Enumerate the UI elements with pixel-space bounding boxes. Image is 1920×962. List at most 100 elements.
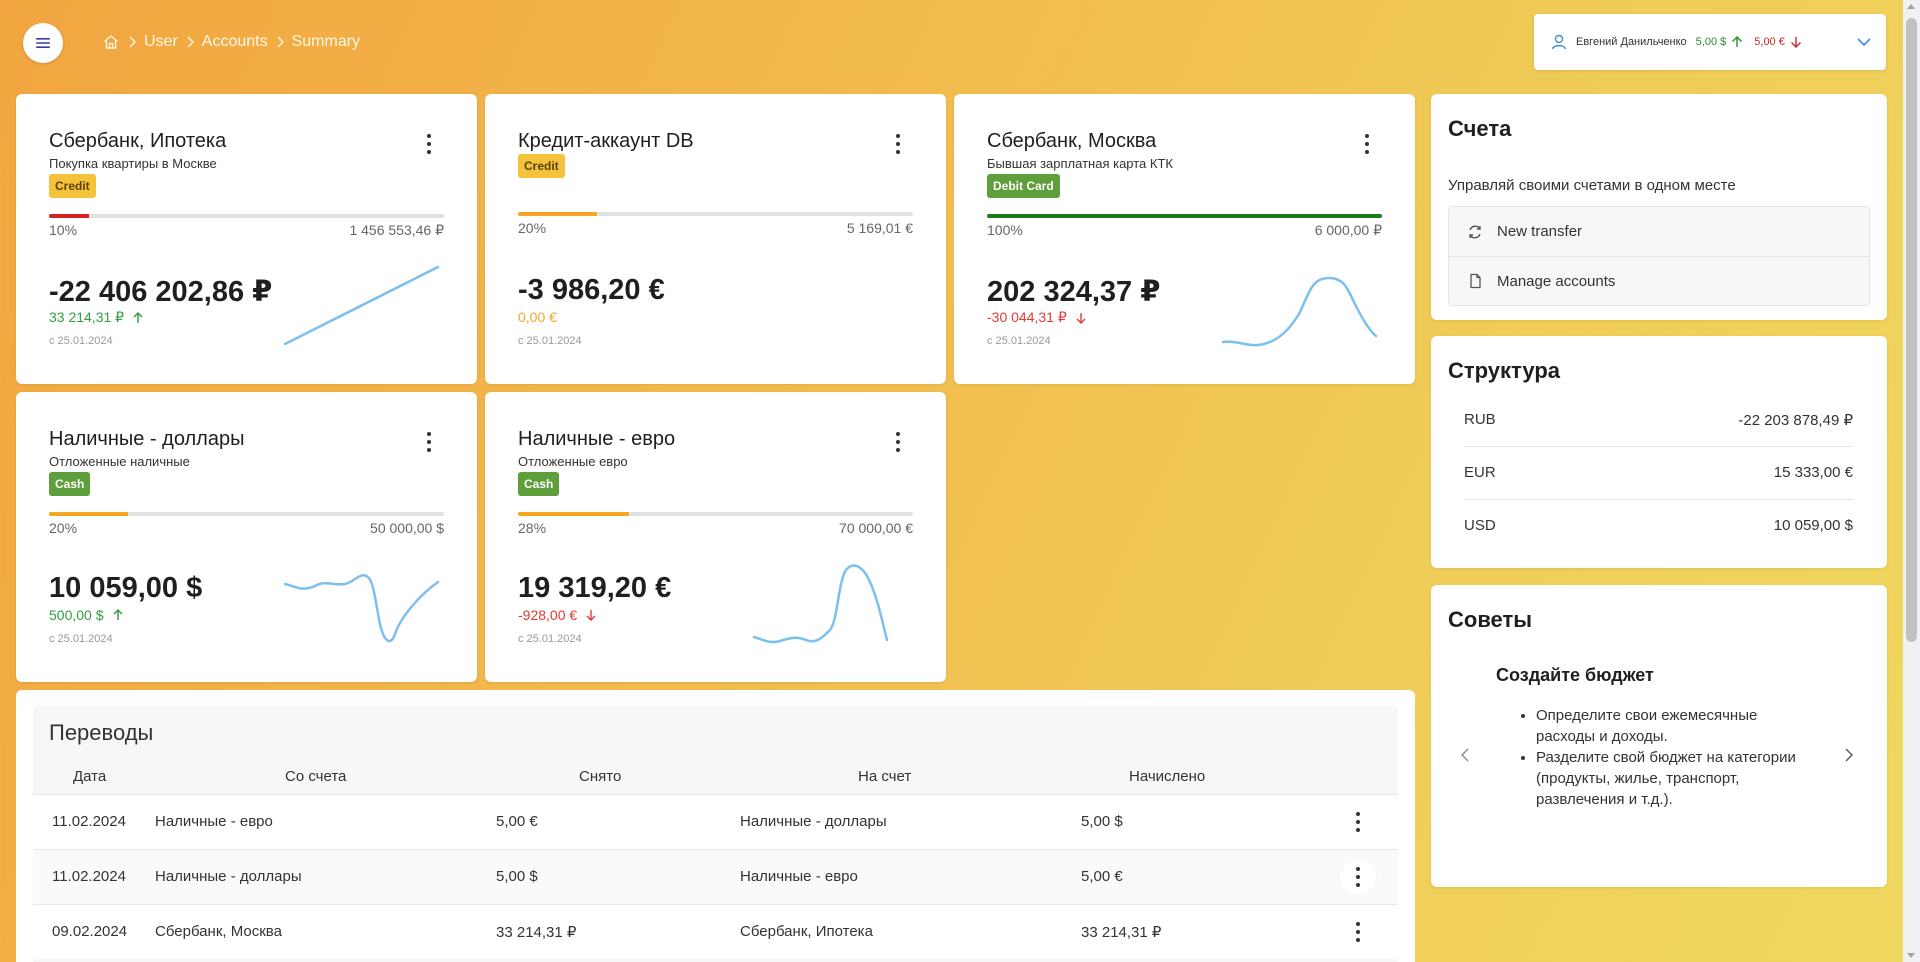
user-expense: 5,00 € — [1754, 36, 1785, 48]
cell-to: Наличные - евро — [740, 868, 858, 885]
balance-change-value: 500,00 $ — [49, 607, 104, 623]
more-vert-icon[interactable] — [1340, 859, 1376, 895]
more-vert-icon[interactable] — [426, 134, 432, 154]
chevron-right-icon[interactable] — [1841, 747, 1857, 763]
more-vert-icon[interactable] — [1355, 812, 1361, 832]
cell-in: 5,00 $ — [1081, 813, 1123, 830]
column-header-in[interactable]: Начислено — [1129, 768, 1205, 785]
column-header-to[interactable]: На счет — [858, 768, 911, 785]
menu-icon — [36, 38, 50, 48]
since-date: с 25.01.2024 — [49, 633, 113, 645]
progress-fill — [987, 214, 1382, 218]
arrow-up-icon — [113, 609, 122, 620]
tip-heading: Создайте бюджет — [1496, 665, 1654, 685]
progress-fill — [518, 212, 597, 216]
scroll-down-arrow[interactable] — [1907, 953, 1915, 958]
refresh-icon — [1467, 224, 1487, 240]
column-header-out[interactable]: Снято — [579, 768, 621, 785]
account-limit: 1 456 553,46 ₽ — [349, 222, 444, 238]
arrow-up-icon — [1732, 36, 1743, 47]
account-card-mortgage[interactable]: Сбербанк, Ипотека Покупка квартиры в Мос… — [16, 94, 477, 384]
account-limit: 50 000,00 $ — [370, 520, 444, 536]
tips-title: Советы — [1448, 607, 1533, 632]
account-balance: 10 059,00 $ — [49, 572, 203, 604]
arrow-down-icon — [1076, 312, 1086, 324]
progress-bar — [518, 212, 913, 216]
manage-accounts-button[interactable]: Manage accounts — [1449, 256, 1869, 305]
chevron-down-icon[interactable] — [1856, 36, 1872, 48]
account-balance: -3 986,20 € — [518, 274, 665, 306]
cell-out: 5,00 € — [496, 813, 538, 830]
account-limit: 70 000,00 € — [839, 520, 913, 536]
menu-button[interactable] — [23, 23, 63, 63]
account-description: Отложенные наличные — [49, 454, 190, 469]
arrow-down-icon — [1790, 37, 1801, 48]
account-limit: 6 000,00 ₽ — [1314, 222, 1382, 238]
sparkline — [1221, 276, 1378, 347]
arrow-up-icon — [133, 311, 143, 323]
balance-change-value: -30 044,31 ₽ — [987, 309, 1067, 325]
structure-amount: 15 333,00 € — [1773, 464, 1853, 481]
table-row[interactable]: 11.02.2024 Наличные - доллары 5,00 $ Нал… — [33, 849, 1398, 904]
structure-currency: EUR — [1464, 464, 1496, 481]
more-vert-icon[interactable] — [1364, 134, 1370, 154]
chevron-left-icon[interactable] — [1457, 747, 1473, 763]
more-vert-icon[interactable] — [1355, 922, 1361, 942]
progress-percent: 20% — [518, 220, 547, 236]
account-balance: 19 319,20 € — [518, 572, 672, 604]
account-type-badge: Cash — [49, 472, 91, 496]
more-vert-icon[interactable] — [895, 432, 901, 452]
account-description: Отложенные евро — [518, 454, 628, 469]
account-card-sber-moscow[interactable]: Сбербанк, Москва Бывшая зарплатная карта… — [954, 94, 1415, 384]
user-summary-dropdown[interactable]: Евгений Данильченко 5,00 $ 5,00 € — [1534, 14, 1886, 70]
sparkline — [283, 265, 440, 346]
more-vert-icon[interactable] — [895, 134, 901, 154]
balance-change: -928,00 € — [518, 607, 597, 623]
new-transfer-button[interactable]: New transfer — [1449, 207, 1869, 256]
table-row[interactable]: 11.02.2024 Наличные - евро 5,00 € Наличн… — [33, 794, 1398, 849]
scroll-thumb[interactable] — [1906, 18, 1917, 642]
tip-list: Определите свои ежемесячные расходы и до… — [1536, 705, 1806, 810]
user-income: 5,00 $ — [1695, 36, 1727, 48]
breadcrumb-user[interactable]: User — [144, 33, 178, 51]
account-card-credit-db[interactable]: Кредит-аккаунт DB Credit 20% 5 169,01 € … — [485, 94, 946, 384]
progress-bar — [49, 214, 444, 218]
column-header-date[interactable]: Дата — [73, 768, 106, 785]
balance-change-value: 33 214,31 ₽ — [49, 309, 125, 325]
structure-row-eur: EUR 15 333,00 € — [1464, 446, 1853, 499]
cell-from: Наличные - доллары — [155, 868, 302, 885]
account-type-badge: Credit — [49, 174, 96, 198]
cell-out: 33 214,31 ₽ — [496, 924, 577, 941]
table-row[interactable]: 09.02.2024 Сбербанк, Москва 33 214,31 ₽ … — [33, 904, 1398, 959]
account-type-badge: Credit — [518, 154, 565, 178]
breadcrumb-accounts[interactable]: Accounts — [202, 33, 268, 51]
balance-change: -30 044,31 ₽ — [987, 309, 1087, 326]
scroll-up-arrow[interactable] — [1907, 4, 1915, 9]
account-card-cash-usd[interactable]: Наличные - доллары Отложенные наличные C… — [16, 392, 477, 682]
scrollbar[interactable] — [1903, 0, 1920, 962]
structure-amount: -22 203 878,49 ₽ — [1738, 411, 1853, 429]
tip-item: Определите свои ежемесячные расходы и до… — [1536, 705, 1806, 747]
balance-change: 500,00 $ — [49, 607, 124, 623]
cell-to: Наличные - доллары — [740, 813, 887, 830]
progress-fill — [49, 214, 89, 218]
breadcrumb-summary: Summary — [291, 33, 361, 50]
more-vert-icon[interactable] — [426, 432, 432, 452]
cell-in: 33 214,31 ₽ — [1081, 924, 1162, 941]
home-icon[interactable] — [102, 33, 120, 51]
structure-row-usd: USD 10 059,00 $ — [1464, 499, 1853, 552]
account-limit: 5 169,01 € — [846, 220, 913, 236]
column-header-from[interactable]: Со счета — [285, 768, 346, 785]
transfers-title: Переводы — [49, 720, 154, 745]
cell-date: 11.02.2024 — [52, 813, 126, 830]
file-icon — [1467, 273, 1487, 289]
user-name: Евгений Данильченко — [1576, 36, 1687, 48]
progress-percent: 20% — [49, 520, 78, 536]
since-date: с 25.01.2024 — [49, 335, 113, 347]
user-icon — [1551, 34, 1567, 50]
sparkline — [752, 564, 889, 644]
progress-fill — [49, 512, 128, 516]
account-balance: 202 324,37 ₽ — [987, 276, 1161, 308]
account-card-cash-eur[interactable]: Наличные - евро Отложенные евро Cash 28%… — [485, 392, 946, 682]
structure-currency: RUB — [1464, 411, 1496, 428]
